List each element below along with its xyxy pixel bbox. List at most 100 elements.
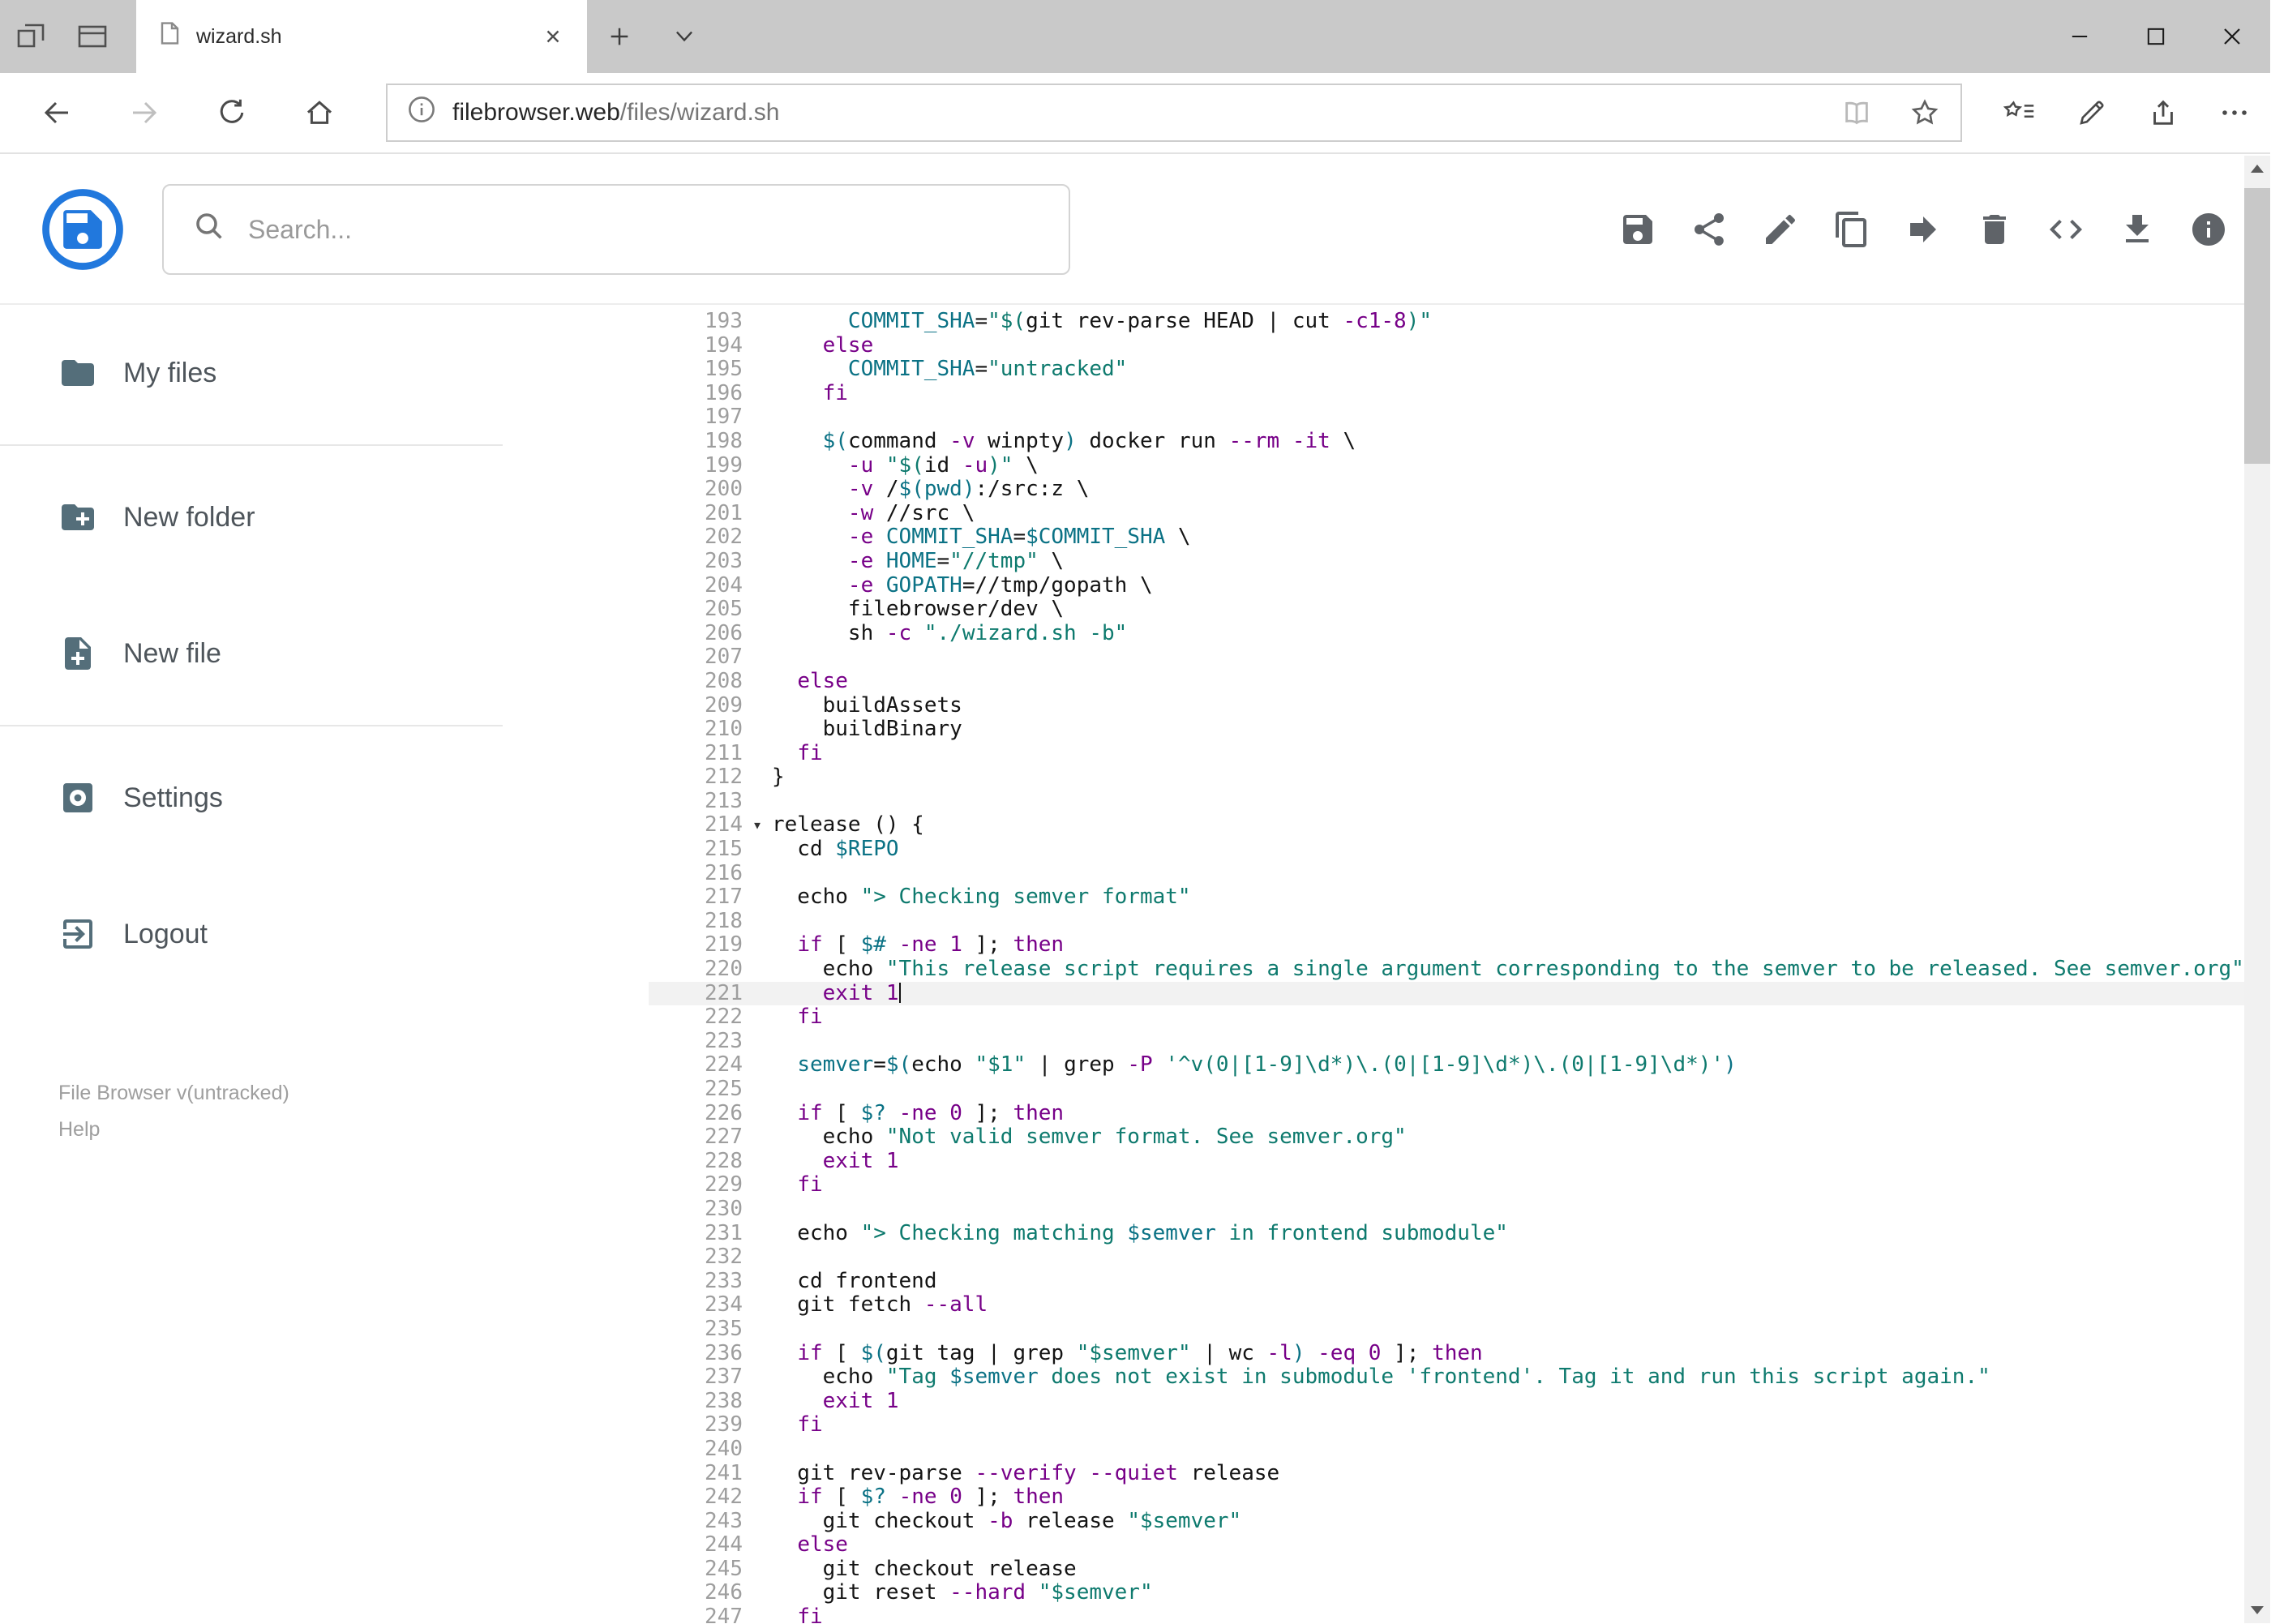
- code-line[interactable]: 243 git checkout -b release "$semver": [649, 1509, 2244, 1534]
- close-button[interactable]: [2194, 0, 2270, 73]
- code-line[interactable]: 206 sh -c "./wizard.sh -b": [649, 621, 2244, 646]
- code-line[interactable]: 235: [649, 1317, 2244, 1342]
- code-line[interactable]: 234 git fetch --all: [649, 1293, 2244, 1318]
- code-line[interactable]: 239 fi: [649, 1413, 2244, 1438]
- code-line[interactable]: 226 if [ $? -ne 0 ]; then: [649, 1101, 2244, 1126]
- page-scrollbar[interactable]: [2244, 156, 2270, 1623]
- code-line[interactable]: 210 buildBinary: [649, 717, 2244, 742]
- url-text[interactable]: filebrowser.web/files/wizard.sh: [452, 99, 1815, 126]
- code-line[interactable]: 194 else: [649, 333, 2244, 358]
- back-icon[interactable]: [13, 72, 101, 153]
- minimize-button[interactable]: [2042, 0, 2118, 73]
- code-line[interactable]: 232: [649, 1245, 2244, 1270]
- help-link[interactable]: Help: [58, 1112, 289, 1148]
- sidebar-item-logout[interactable]: Logout: [0, 866, 503, 1002]
- favorite-star-icon[interactable]: [1899, 88, 1951, 137]
- code-line[interactable]: 205 filebrowser/dev \: [649, 597, 2244, 622]
- code-line[interactable]: 214 ▾ release () {: [649, 813, 2244, 838]
- info-button[interactable]: [2189, 210, 2228, 249]
- tab-preview-icon[interactable]: [62, 0, 123, 73]
- filebrowser-logo[interactable]: [41, 187, 125, 272]
- code-button[interactable]: [2046, 210, 2085, 249]
- tabs-aside-icon[interactable]: [0, 0, 62, 73]
- move-button[interactable]: [1904, 210, 1943, 249]
- code-line[interactable]: 231 echo "> Checking matching $semver in…: [649, 1221, 2244, 1246]
- code-line[interactable]: 212}: [649, 765, 2244, 790]
- code-line[interactable]: 237 echo "Tag $semver does not exist in …: [649, 1365, 2244, 1390]
- code-line[interactable]: 200 -v /$(pwd):/src:z \: [649, 477, 2244, 502]
- code-line[interactable]: 218: [649, 909, 2244, 934]
- code-line[interactable]: 197: [649, 405, 2244, 430]
- address-bar[interactable]: filebrowser.web/files/wizard.sh: [386, 84, 1962, 142]
- code-line[interactable]: 213: [649, 789, 2244, 814]
- code-line[interactable]: 220 echo "This release script requires a…: [649, 957, 2244, 982]
- refresh-icon[interactable]: [188, 72, 276, 153]
- code-line[interactable]: 208 else: [649, 669, 2244, 694]
- download-button[interactable]: [2118, 210, 2157, 249]
- code-line[interactable]: 246 git reset --hard "$semver": [649, 1581, 2244, 1605]
- code-line[interactable]: 216: [649, 861, 2244, 886]
- code-line[interactable]: 207: [649, 645, 2244, 670]
- scroll-down-icon[interactable]: [2244, 1597, 2270, 1623]
- forward-icon[interactable]: [101, 72, 188, 153]
- code-line[interactable]: 230: [649, 1197, 2244, 1222]
- code-line[interactable]: 196 fi: [649, 381, 2244, 406]
- code-line[interactable]: 236 if [ $(git tag | grep "$semver" | wc…: [649, 1341, 2244, 1366]
- code-line[interactable]: 209 buildAssets: [649, 693, 2244, 718]
- rename-button[interactable]: [1761, 210, 1800, 249]
- page-info-icon[interactable]: [407, 95, 436, 131]
- code-line[interactable]: 217 echo "> Checking semver format": [649, 885, 2244, 910]
- code-line[interactable]: 202 -e COMMIT_SHA=$COMMIT_SHA \: [649, 525, 2244, 550]
- code-line[interactable]: 199 -u "$(id -u)" \: [649, 453, 2244, 478]
- sidebar-item-my-files[interactable]: My files: [0, 305, 503, 441]
- web-note-icon[interactable]: [2056, 72, 2127, 153]
- code-line[interactable]: 224 semver=$(echo "$1" | grep -P '^v(0|[…: [649, 1053, 2244, 1078]
- browser-tab[interactable]: wizard.sh: [136, 0, 587, 73]
- code-line[interactable]: 229 fi: [649, 1173, 2244, 1198]
- copy-button[interactable]: [1832, 210, 1871, 249]
- share-button[interactable]: [1690, 210, 1729, 249]
- code-editor[interactable]: 193 COMMIT_SHA="$(git rev-parse HEAD | c…: [649, 305, 2244, 1623]
- tab-list-chevron-icon[interactable]: [652, 0, 717, 73]
- sidebar-item-settings[interactable]: Settings: [0, 730, 503, 866]
- scroll-up-icon[interactable]: [2244, 156, 2270, 182]
- code-line[interactable]: 204 -e GOPATH=//tmp/gopath \: [649, 573, 2244, 598]
- code-line[interactable]: 201 -w //src \: [649, 501, 2244, 526]
- code-line[interactable]: 203 -e HOME="//tmp" \: [649, 549, 2244, 574]
- code-line[interactable]: 195 COMMIT_SHA="untracked": [649, 357, 2244, 382]
- code-line[interactable]: 219 if [ $# -ne 1 ]; then: [649, 933, 2244, 958]
- code-line[interactable]: 241 git rev-parse --verify --quiet relea…: [649, 1461, 2244, 1486]
- code-line[interactable]: 245 git checkout release: [649, 1557, 2244, 1582]
- more-options-icon[interactable]: [2199, 72, 2270, 153]
- share-page-icon[interactable]: [2127, 72, 2199, 153]
- code-line[interactable]: 247 fi: [649, 1605, 2244, 1623]
- code-line[interactable]: 240: [649, 1437, 2244, 1462]
- delete-button[interactable]: [1975, 210, 2014, 249]
- fold-marker-icon[interactable]: ▾: [743, 813, 772, 838]
- search-box[interactable]: [162, 184, 1070, 275]
- sidebar-item-new-file[interactable]: New file: [0, 585, 503, 722]
- code-line[interactable]: 221 exit 1: [649, 981, 2244, 1006]
- code-line[interactable]: 227 echo "Not valid semver format. See s…: [649, 1125, 2244, 1150]
- code-line[interactable]: 223: [649, 1029, 2244, 1054]
- code-line[interactable]: 233 cd frontend: [649, 1269, 2244, 1294]
- code-line[interactable]: 242 if [ $? -ne 0 ]; then: [649, 1485, 2244, 1510]
- code-line[interactable]: 198 $(command -v winpty) docker run --rm…: [649, 429, 2244, 454]
- code-line[interactable]: 211 fi: [649, 741, 2244, 766]
- search-input[interactable]: [248, 214, 1039, 245]
- scrollbar-thumb[interactable]: [2244, 188, 2270, 464]
- maximize-button[interactable]: [2118, 0, 2194, 73]
- code-line[interactable]: 222 fi: [649, 1005, 2244, 1030]
- code-line[interactable]: 238 exit 1: [649, 1389, 2244, 1414]
- reading-view-icon[interactable]: [1831, 88, 1883, 137]
- new-tab-icon[interactable]: [587, 0, 652, 73]
- tab-close-icon[interactable]: [532, 15, 574, 58]
- save-button[interactable]: [1618, 210, 1657, 249]
- code-line[interactable]: 244 else: [649, 1532, 2244, 1558]
- code-line[interactable]: 193 COMMIT_SHA="$(git rev-parse HEAD | c…: [649, 309, 2244, 334]
- code-line[interactable]: 225: [649, 1077, 2244, 1102]
- hub-icon[interactable]: [1985, 72, 2056, 153]
- code-line[interactable]: 215 cd $REPO: [649, 837, 2244, 862]
- home-icon[interactable]: [276, 72, 363, 153]
- sidebar-item-new-folder[interactable]: New folder: [0, 449, 503, 585]
